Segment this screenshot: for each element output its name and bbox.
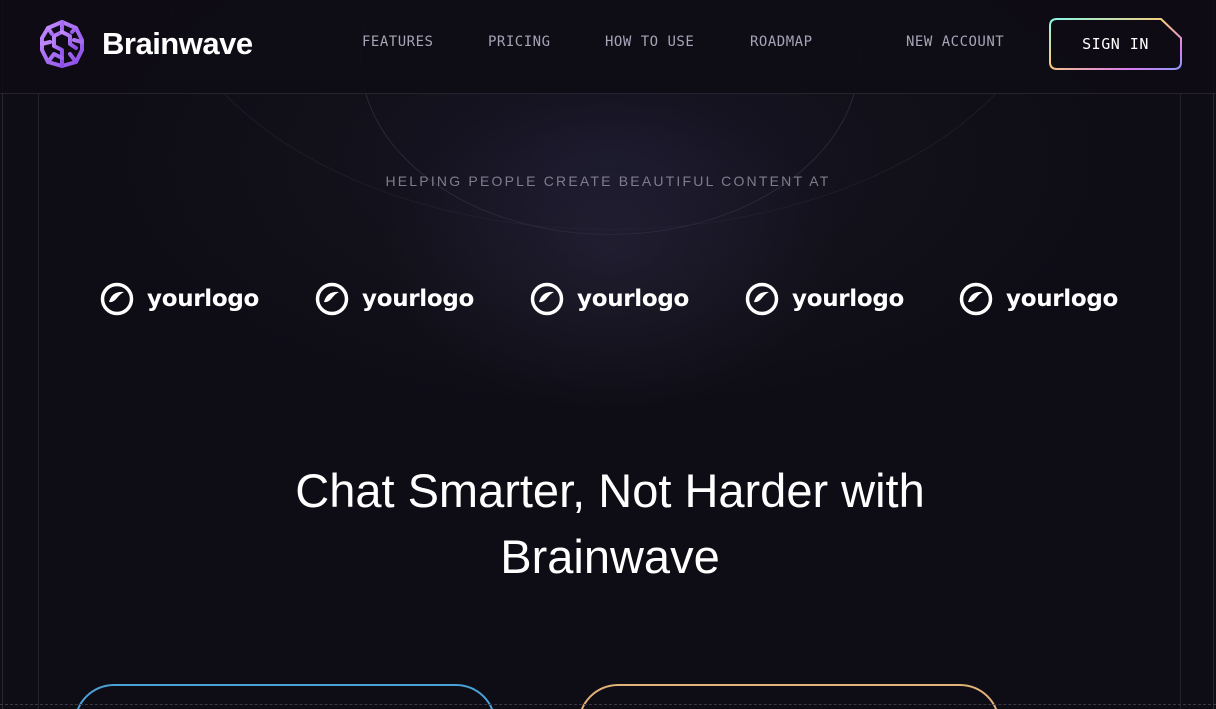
landing-page: Brainwave FEATURES PRICING HOW TO USE RO… (0, 0, 1216, 709)
partner-logo-text: yourlogo (1006, 286, 1119, 312)
partner-logo-3: yourlogo (530, 282, 689, 316)
background-glow (380, 90, 840, 410)
partner-logo-5: yourlogo (959, 282, 1118, 316)
sign-in-button[interactable]: SIGN IN (1049, 18, 1182, 70)
partner-logo-text: yourlogo (577, 286, 690, 312)
partner-logo-text: yourlogo (792, 286, 905, 312)
hero-title: Chat Smarter, Not Harder with Brainwave (250, 458, 970, 590)
brand-logo-link[interactable]: Brainwave (36, 18, 253, 70)
yourlogo-mark-icon (745, 282, 779, 316)
sign-in-label: SIGN IN (1082, 35, 1149, 53)
partner-logo-text: yourlogo (147, 286, 260, 312)
frame-line-right (1213, 0, 1214, 709)
site-header: Brainwave FEATURES PRICING HOW TO USE RO… (0, 0, 1216, 94)
frame-line-left (2, 0, 3, 709)
nav-link-pricing[interactable]: PRICING (488, 34, 551, 50)
partner-logos: yourlogo yourlogo yourlogo yourlogo your… (100, 282, 1120, 318)
yourlogo-mark-icon (530, 282, 564, 316)
yourlogo-mark-icon (959, 282, 993, 316)
brain-maze-icon (40, 20, 84, 68)
section-divider (0, 704, 1216, 705)
partner-logo-1: yourlogo (100, 282, 259, 316)
partner-logo-4: yourlogo (745, 282, 904, 316)
feature-card-gold (578, 684, 1000, 709)
hero-title-line-2: Brainwave (500, 530, 720, 583)
nav-link-how-to-use[interactable]: HOW TO USE (605, 34, 694, 50)
partner-logo-2: yourlogo (315, 282, 474, 316)
nav-link-features[interactable]: FEATURES (362, 34, 433, 50)
yourlogo-mark-icon (315, 282, 349, 316)
nav-link-roadmap[interactable]: ROADMAP (750, 34, 813, 50)
new-account-link[interactable]: NEW ACCOUNT (906, 34, 1004, 50)
hero-tagline: HELPING PEOPLE CREATE BEAUTIFUL CONTENT … (385, 173, 831, 189)
feature-card-blue (74, 684, 496, 709)
yourlogo-mark-icon (100, 282, 134, 316)
hero-title-line-1: Chat Smarter, Not Harder with (295, 464, 925, 517)
partner-logo-text: yourlogo (362, 286, 475, 312)
brand-name: Brainwave (102, 26, 253, 61)
